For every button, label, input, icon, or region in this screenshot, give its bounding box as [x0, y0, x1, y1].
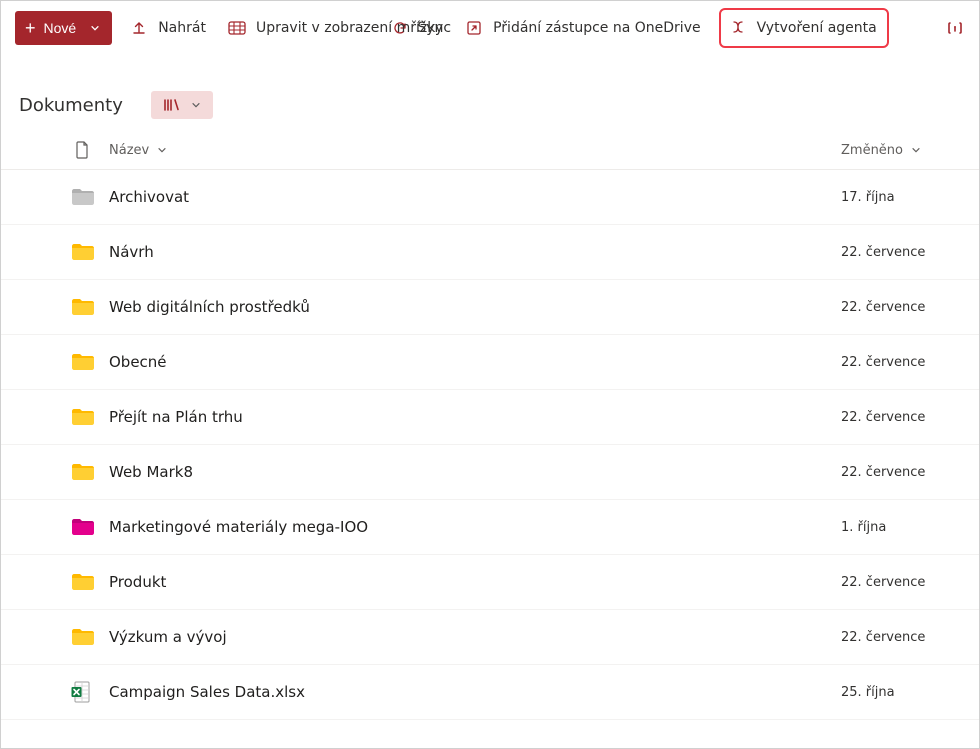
list-item[interactable]: Produkt 22. července	[1, 555, 979, 610]
upload-icon	[130, 19, 148, 37]
books-icon	[163, 97, 181, 113]
list-item[interactable]: Marketingové materiály mega-IOO 1. října	[1, 500, 979, 555]
shortcut-icon	[465, 19, 483, 37]
folder-icon	[19, 462, 109, 482]
folder-icon	[19, 187, 109, 207]
folder-icon	[19, 407, 109, 427]
folder-icon	[19, 627, 109, 647]
toolbar: + Nové Nahrát Upravit v zobrazení mřížky…	[1, 1, 979, 55]
folder-icon	[19, 352, 109, 372]
folder-icon	[19, 572, 109, 592]
item-name[interactable]: Web Mark8	[109, 463, 841, 481]
library-title: Dokumenty	[19, 95, 123, 116]
add-shortcut-button[interactable]: Přidání zástupce na OneDrive	[461, 11, 704, 45]
list-item[interactable]: Návrh 22. července	[1, 225, 979, 280]
file-list: Archivovat 17. října Návrh 22. července …	[1, 170, 979, 720]
item-name[interactable]: Výzkum a vývoj	[109, 628, 841, 646]
column-header: Název Změněno	[1, 127, 979, 170]
item-name[interactable]: Přejít na Plán trhu	[109, 408, 841, 426]
item-name[interactable]: Návrh	[109, 243, 841, 261]
item-modified: 25. října	[841, 685, 961, 700]
create-agent-highlight: Vytvoření agenta	[719, 8, 889, 48]
column-type-icon[interactable]	[19, 141, 109, 159]
chevron-down-icon	[911, 145, 921, 155]
new-button[interactable]: + Nové	[15, 11, 112, 45]
list-item[interactable]: Campaign Sales Data.xlsx 25. října	[1, 665, 979, 720]
library-header: Dokumenty	[1, 55, 979, 127]
item-modified: 1. října	[841, 520, 961, 535]
column-modified[interactable]: Změněno	[841, 143, 961, 158]
item-modified: 22. července	[841, 575, 961, 590]
item-modified: 22. července	[841, 630, 961, 645]
new-button-label: Nové	[44, 20, 77, 36]
edit-grid-button[interactable]: Upravit v zobrazení mřížky Sync	[224, 11, 447, 45]
item-modified: 17. října	[841, 190, 961, 205]
excel-icon	[19, 681, 109, 703]
folder-icon	[19, 297, 109, 317]
column-name[interactable]: Název	[109, 143, 841, 158]
copilot-icon	[729, 19, 747, 37]
item-name[interactable]: Archivovat	[109, 188, 841, 206]
item-name[interactable]: Marketingové materiály mega-IOO	[109, 518, 841, 536]
item-modified: 22. července	[841, 245, 961, 260]
immersive-reader-icon[interactable]	[945, 18, 965, 38]
create-agent-label: Vytvoření agenta	[757, 20, 877, 36]
folder-icon	[19, 517, 109, 537]
folder-icon	[19, 242, 109, 262]
list-item[interactable]: Archivovat 17. října	[1, 170, 979, 225]
chevron-down-icon	[191, 100, 201, 110]
item-modified: 22. července	[841, 410, 961, 425]
upload-label: Nahrát	[158, 20, 206, 36]
item-name[interactable]: Campaign Sales Data.xlsx	[109, 683, 841, 701]
grid-icon	[228, 19, 246, 37]
item-modified: 22. července	[841, 355, 961, 370]
list-item[interactable]: Výzkum a vývoj 22. července	[1, 610, 979, 665]
item-name[interactable]: Obecné	[109, 353, 841, 371]
create-agent-button[interactable]: Vytvoření agenta	[729, 11, 877, 45]
list-item[interactable]: Přejít na Plán trhu 22. července	[1, 390, 979, 445]
edit-grid-label: Upravit v zobrazení mřížky	[256, 20, 443, 36]
list-item[interactable]: Obecné 22. července	[1, 335, 979, 390]
upload-button[interactable]: Nahrát	[126, 11, 210, 45]
list-item[interactable]: Web Mark8 22. července	[1, 445, 979, 500]
item-modified: 22. července	[841, 465, 961, 480]
item-modified: 22. července	[841, 300, 961, 315]
chevron-down-icon	[157, 145, 167, 155]
plus-icon: +	[25, 19, 36, 37]
list-item[interactable]: Web digitálních prostředků 22. července	[1, 280, 979, 335]
item-name[interactable]: Produkt	[109, 573, 841, 591]
column-modified-label: Změněno	[841, 143, 903, 158]
column-name-label: Název	[109, 143, 149, 158]
add-shortcut-label: Přidání zástupce na OneDrive	[493, 20, 700, 36]
item-name[interactable]: Web digitálních prostředků	[109, 298, 841, 316]
view-selector[interactable]	[151, 91, 213, 119]
chevron-down-icon	[90, 23, 100, 33]
